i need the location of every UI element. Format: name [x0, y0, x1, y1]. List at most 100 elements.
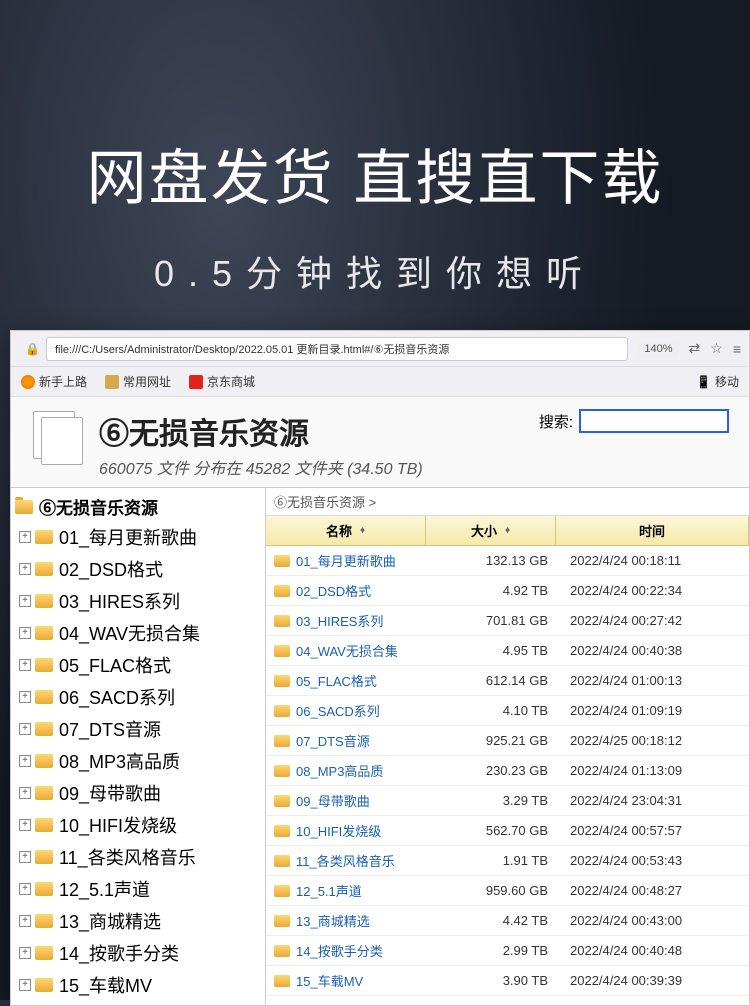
- table-row[interactable]: 06_SACD系列4.10 TB2022/4/24 01:09:19: [266, 696, 749, 726]
- tree-item[interactable]: +07_DTS音源: [11, 713, 265, 745]
- table-row[interactable]: 02_DSD格式4.92 TB2022/4/24 00:22:34: [266, 576, 749, 606]
- tree-item[interactable]: +10_HIFI发烧级: [11, 809, 265, 841]
- expand-icon[interactable]: +: [19, 627, 31, 639]
- cell-name[interactable]: 08_MP3高品质: [266, 756, 426, 785]
- table-row[interactable]: 04_WAV无损合集4.95 TB2022/4/24 00:40:38: [266, 636, 749, 666]
- url-field[interactable]: file:///C:/Users/Administrator/Desktop/2…: [46, 337, 628, 361]
- cell-name[interactable]: 01_每月更新歌曲: [266, 546, 426, 575]
- column-name[interactable]: 名称 ♦: [266, 516, 426, 545]
- tree-item[interactable]: +14_按歌手分类: [11, 937, 265, 969]
- cell-name[interactable]: 04_WAV无损合集: [266, 636, 426, 665]
- folder-icon: [35, 626, 53, 640]
- table-row[interactable]: 03_HIRES系列701.81 GB2022/4/24 00:27:42: [266, 606, 749, 636]
- more-icon[interactable]: ≡: [733, 341, 741, 357]
- cell-time: 2022/4/24 00:40:38: [556, 638, 749, 663]
- tree-item[interactable]: +12_5.1声道: [11, 873, 265, 905]
- cell-name[interactable]: 12_5.1声道: [266, 876, 426, 905]
- tree-root[interactable]: ⑥无损音乐资源: [11, 492, 265, 521]
- folder-icon: [274, 735, 290, 747]
- table-row[interactable]: 01_每月更新歌曲132.13 GB2022/4/24 00:18:11: [266, 546, 749, 576]
- cell-name[interactable]: 15_车载MV: [266, 966, 426, 995]
- cell-size: 701.81 GB: [426, 608, 556, 633]
- tree-item[interactable]: +15_车载MV: [11, 969, 265, 1001]
- table-row[interactable]: 09_母带歌曲3.29 TB2022/4/24 23:04:31: [266, 786, 749, 816]
- search-input[interactable]: [579, 409, 729, 433]
- tree-item[interactable]: +03_HIRES系列: [11, 585, 265, 617]
- documents-icon: [31, 409, 87, 465]
- expand-icon[interactable]: +: [19, 979, 31, 991]
- folder-icon: [35, 818, 53, 832]
- column-time[interactable]: 时间: [556, 516, 749, 545]
- table-row[interactable]: 15_车载MV3.90 TB2022/4/24 00:39:39: [266, 966, 749, 996]
- expand-icon[interactable]: +: [19, 915, 31, 927]
- translate-icon[interactable]: ⇄: [689, 340, 701, 357]
- cell-name[interactable]: 07_DTS音源: [266, 726, 426, 755]
- table-row[interactable]: 10_HIFI发烧级562.70 GB2022/4/24 00:57:57: [266, 816, 749, 846]
- tree-item[interactable]: +09_母带歌曲: [11, 777, 265, 809]
- cell-name[interactable]: 06_SACD系列: [266, 696, 426, 725]
- breadcrumb[interactable]: ⑥无损音乐资源 >: [266, 488, 749, 516]
- tree-item-label: 08_MP3高品质: [59, 748, 180, 774]
- zoom-level[interactable]: 140%: [638, 341, 678, 357]
- table-header: 名称 ♦ 大小 ♦ 时间: [266, 516, 749, 546]
- table-row[interactable]: 11_各类风格音乐1.91 TB2022/4/24 00:53:43: [266, 846, 749, 876]
- cell-size: 4.92 TB: [426, 578, 556, 603]
- mobile-icon[interactable]: 📱: [696, 375, 711, 389]
- cell-name[interactable]: 03_HIRES系列: [266, 606, 426, 635]
- expand-icon[interactable]: +: [19, 531, 31, 543]
- folder-open-icon: [15, 500, 33, 514]
- tree-item[interactable]: +05_FLAC格式: [11, 649, 265, 681]
- tree-item-label: 09_母带歌曲: [59, 780, 161, 806]
- tree-item-label: 12_5.1声道: [59, 876, 150, 902]
- tree-item[interactable]: +02_DSD格式: [11, 553, 265, 585]
- expand-icon[interactable]: +: [19, 787, 31, 799]
- cell-name[interactable]: 11_各类风格音乐: [266, 846, 426, 875]
- search-box: 搜索:: [539, 409, 729, 433]
- bookmark-newbie[interactable]: 新手上路: [21, 373, 87, 390]
- tree-item[interactable]: +01_每月更新歌曲: [11, 521, 265, 553]
- firefox-icon: [21, 375, 35, 389]
- table-row[interactable]: 14_按歌手分类2.99 TB2022/4/24 00:40:48: [266, 936, 749, 966]
- cell-size: 4.95 TB: [426, 638, 556, 663]
- tree-item[interactable]: +11_各类风格音乐: [11, 841, 265, 873]
- cell-name[interactable]: 10_HIFI发烧级: [266, 816, 426, 845]
- cell-size: 3.29 TB: [426, 788, 556, 813]
- bookmark-star-icon[interactable]: ☆: [710, 340, 723, 357]
- cell-name[interactable]: 13_商城精选: [266, 906, 426, 935]
- expand-icon[interactable]: +: [19, 883, 31, 895]
- expand-icon[interactable]: +: [19, 563, 31, 575]
- folder-icon: [35, 786, 53, 800]
- cell-name[interactable]: 02_DSD格式: [266, 576, 426, 605]
- table-row[interactable]: 13_商城精选4.42 TB2022/4/24 00:43:00: [266, 906, 749, 936]
- cell-time: 2022/4/24 00:48:27: [556, 878, 749, 903]
- table-row[interactable]: 08_MP3高品质230.23 GB2022/4/24 01:13:09: [266, 756, 749, 786]
- cell-name[interactable]: 14_按歌手分类: [266, 936, 426, 965]
- tree-item[interactable]: +04_WAV无损合集: [11, 617, 265, 649]
- tree-item-label: 15_车载MV: [59, 972, 152, 998]
- bookmark-common[interactable]: 常用网址: [105, 373, 171, 390]
- expand-icon[interactable]: +: [19, 595, 31, 607]
- cell-time: 2022/4/24 01:00:13: [556, 668, 749, 693]
- table-row[interactable]: 12_5.1声道959.60 GB2022/4/24 00:48:27: [266, 876, 749, 906]
- tree-item[interactable]: +08_MP3高品质: [11, 745, 265, 777]
- cell-name[interactable]: 05_FLAC格式: [266, 666, 426, 695]
- bookmark-jd[interactable]: 京东商城: [189, 373, 255, 390]
- expand-icon[interactable]: +: [19, 755, 31, 767]
- tree-item[interactable]: +06_SACD系列: [11, 681, 265, 713]
- expand-icon[interactable]: +: [19, 851, 31, 863]
- bookmark-mobile[interactable]: 移动: [715, 373, 739, 390]
- table-row[interactable]: 05_FLAC格式612.14 GB2022/4/24 01:00:13: [266, 666, 749, 696]
- tree-item-label: 07_DTS音源: [59, 716, 161, 742]
- tree-item-label: 06_SACD系列: [59, 684, 175, 710]
- expand-icon[interactable]: +: [19, 723, 31, 735]
- column-size[interactable]: 大小 ♦: [426, 516, 556, 545]
- expand-icon[interactable]: +: [19, 947, 31, 959]
- folder-icon: [35, 690, 53, 704]
- expand-icon[interactable]: +: [19, 691, 31, 703]
- cell-size: 612.14 GB: [426, 668, 556, 693]
- expand-icon[interactable]: +: [19, 659, 31, 671]
- tree-item[interactable]: +13_商城精选: [11, 905, 265, 937]
- table-row[interactable]: 07_DTS音源925.21 GB2022/4/25 00:18:12: [266, 726, 749, 756]
- cell-name[interactable]: 09_母带歌曲: [266, 786, 426, 815]
- expand-icon[interactable]: +: [19, 819, 31, 831]
